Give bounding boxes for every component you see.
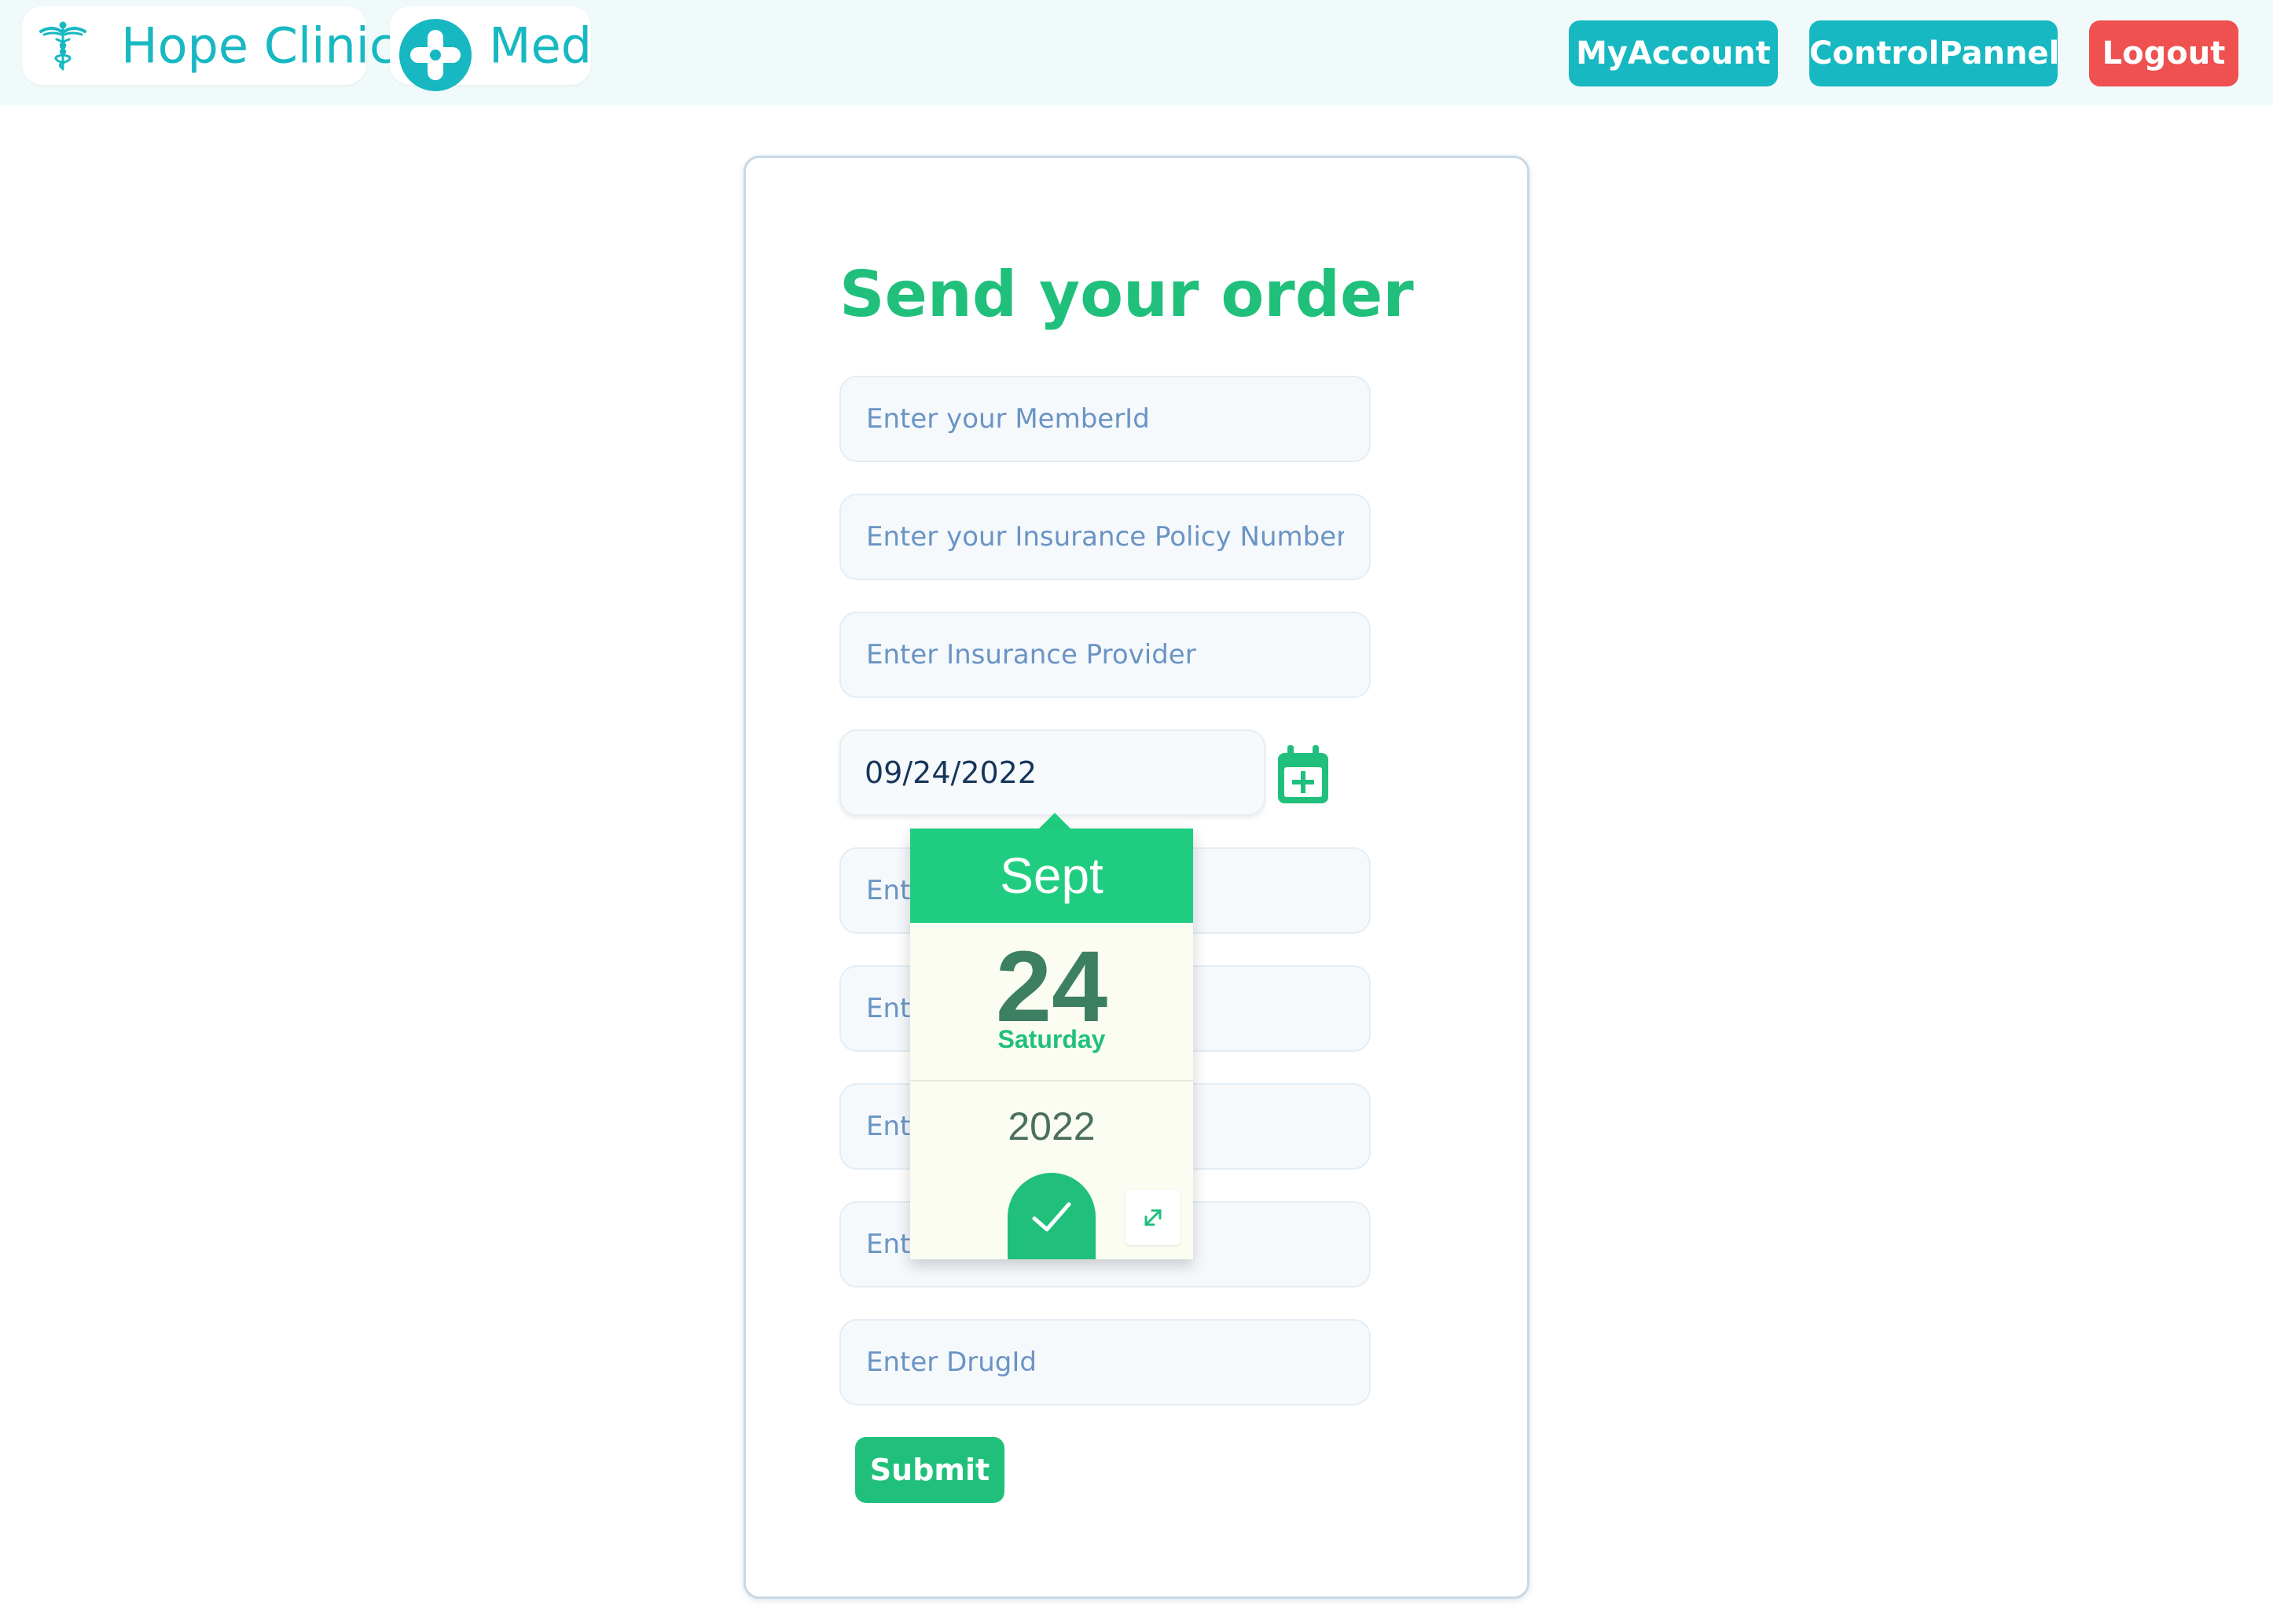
date-picker-confirm-button[interactable] [1008,1173,1096,1259]
date-picker-year[interactable]: 2022 [910,1104,1193,1149]
order-date-input[interactable]: 09/24/2022 [839,729,1265,816]
check-icon [1008,1202,1096,1262]
member-id-input[interactable] [839,376,1371,462]
date-picker-popup: Sept 24 Saturday 2022 [910,829,1193,1259]
control-panel-button[interactable]: ControlPannel [1809,20,2059,86]
order-date-value: 09/24/2022 [865,755,1037,790]
page-title: Send your order [839,258,1414,331]
logout-button[interactable]: Logout [2089,20,2238,86]
date-picker-weekday: Saturday [997,1025,1106,1053]
date-picker-divider [910,1080,1193,1082]
insurance-policy-number-input[interactable] [839,494,1371,580]
drug-id-input[interactable] [839,1319,1371,1405]
caduceus-icon [38,20,88,71]
brand-hope-clinic[interactable]: Hope Clinic [22,6,396,85]
expand-icon [1125,1209,1181,1248]
calendar-plus-icon[interactable] [1273,744,1333,806]
medical-plus-icon [398,17,473,93]
date-picker-pointer [1037,813,1072,830]
top-navbar: Hope Clinic Med MyAccount ControlPannel … [0,0,2273,105]
my-account-button[interactable]: MyAccount [1569,20,1778,86]
insurance-provider-input[interactable] [839,612,1371,698]
brand-med[interactable]: Med [390,6,592,91]
brand-name: Hope Clinic [121,17,397,75]
brand-med-name: Med [489,17,592,75]
submit-button[interactable]: Submit [855,1437,1004,1503]
date-picker-month[interactable]: Sept [910,829,1193,923]
date-picker-expand-button[interactable] [1125,1190,1181,1245]
